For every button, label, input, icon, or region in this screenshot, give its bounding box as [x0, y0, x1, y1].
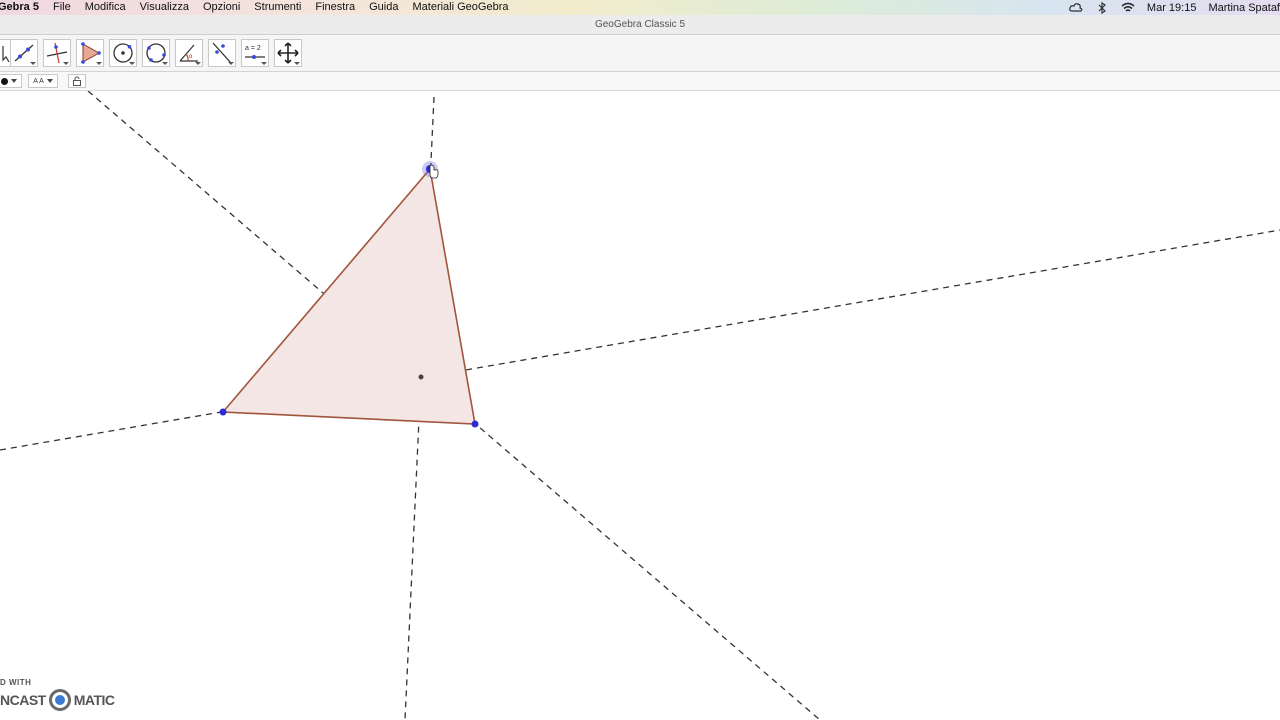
watermark-top-text: D WITH	[0, 678, 32, 687]
watermark-left-text: NCAST	[0, 692, 46, 708]
vertex-c[interactable]	[471, 420, 479, 428]
creative-cloud-icon[interactable]	[1069, 2, 1083, 14]
window-titlebar: GeoGebra Classic 5	[0, 15, 1280, 35]
chevron-down-icon	[46, 79, 53, 83]
menubar-status-area: Mar 19:15 Martina Spataf	[1063, 0, 1280, 15]
svg-text:α: α	[189, 54, 193, 60]
menu-file[interactable]: File	[46, 0, 78, 15]
graphics-view[interactable]	[0, 91, 1280, 720]
menu-opzioni[interactable]: Opzioni	[196, 0, 247, 15]
menubar-clock[interactable]: Mar 19:15	[1141, 2, 1203, 14]
bluetooth-icon[interactable]	[1095, 1, 1109, 14]
angle-tool-button[interactable]: α	[175, 39, 203, 67]
move-graphics-view-tool-button[interactable]	[274, 39, 302, 67]
style-bar: A A	[0, 72, 1280, 91]
menu-materiali[interactable]: Materiali GeoGebra	[405, 0, 515, 15]
lock-icon	[73, 76, 81, 86]
vertex-b[interactable]	[219, 408, 227, 416]
menu-finestra[interactable]: Finestra	[308, 0, 362, 15]
circle-tool-button[interactable]	[109, 39, 137, 67]
watermark-right-text: MATIC	[73, 692, 115, 708]
svg-text:a = 2: a = 2	[245, 45, 261, 52]
graphics-canvas[interactable]	[0, 91, 1280, 720]
menu-modifica[interactable]: Modifica	[78, 0, 133, 15]
menu-strumenti[interactable]: Strumenti	[247, 0, 308, 15]
toolbar: α a = 2	[0, 35, 1280, 72]
point-style-button[interactable]	[0, 74, 22, 88]
point-style-icon	[1, 77, 8, 85]
lock-button[interactable]	[68, 74, 86, 88]
menubar-user[interactable]: Martina Spataf	[1202, 2, 1280, 14]
reflect-tool-button[interactable]	[208, 39, 236, 67]
menu-guida[interactable]: Guida	[362, 0, 405, 15]
slider-tool-button[interactable]: a = 2	[241, 39, 269, 67]
watermark-logo: NCAST MATIC	[0, 689, 115, 711]
line-tool-button[interactable]	[10, 39, 38, 67]
triangle-polygon[interactable]	[221, 167, 476, 425]
text-size-button[interactable]: A A	[28, 74, 58, 88]
menu-app-name[interactable]: Gebra 5	[0, 0, 46, 15]
screencast-watermark: D WITH NCAST MATIC	[0, 674, 140, 720]
macos-menubar: Gebra 5 File Modifica Visualizza Opzioni…	[0, 0, 1280, 15]
wifi-icon[interactable]	[1121, 2, 1135, 14]
text-size-label: A A	[33, 77, 44, 85]
circle-three-points-tool-button[interactable]	[142, 39, 170, 67]
perpendicular-line-tool-button[interactable]	[43, 39, 71, 67]
polygon-tool-button[interactable]	[76, 39, 104, 67]
intersection-point[interactable]	[418, 374, 424, 380]
bisector-line-1[interactable]	[0, 229, 1280, 451]
chevron-down-icon	[11, 79, 17, 83]
menu-visualizza[interactable]: Visualizza	[133, 0, 196, 15]
window-title: GeoGebra Classic 5	[594, 19, 686, 30]
record-icon	[48, 689, 71, 711]
